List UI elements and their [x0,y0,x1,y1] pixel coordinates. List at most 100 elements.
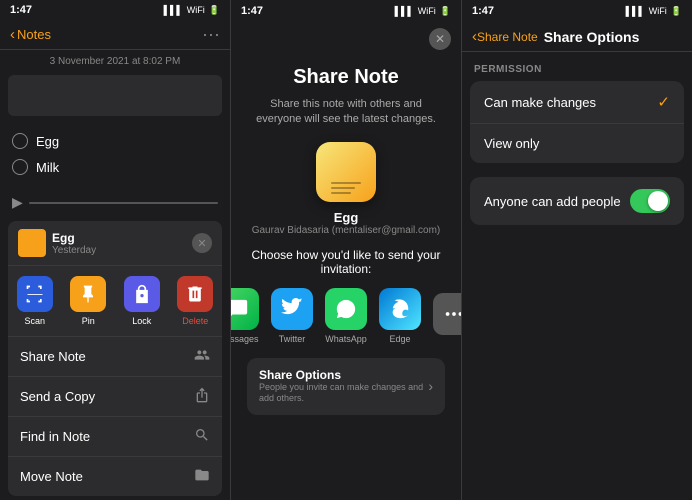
move-note-menu-item[interactable]: Move Note [8,457,222,496]
status-icons-p3: ▌▌▌ WiFi 🔋 [626,6,682,17]
scan-label: Scan [24,316,45,326]
find-in-note-label: Find in Note [20,429,90,444]
whatsapp-app-label: WhatsApp [325,334,367,344]
lock-icon [132,284,152,304]
twitter-app[interactable]: Twitter [271,288,313,344]
pin-icon-box [70,276,106,312]
play-icon[interactable]: ▶ [12,194,23,211]
list-item[interactable]: Egg [12,128,218,154]
share-options-chevron-icon: › [428,378,433,394]
context-note-subtitle: Yesterday [52,245,96,256]
audio-bar: ▶ [0,188,230,217]
status-time-p3: 1:47 [472,5,494,17]
messages-app[interactable]: Messages [231,288,259,344]
signal-icon-p2: ▌▌▌ [395,6,414,16]
note-icon-decoration [323,182,369,202]
shared-note-name: Egg [334,210,359,225]
share-options-nav: ‹ Share Note Share Options [462,22,692,52]
status-icons-p1: ▌▌▌ WiFi 🔋 [164,5,220,16]
context-note-title: Egg [52,231,96,245]
scan-button[interactable]: Scan [17,276,53,326]
share-note-menu-item[interactable]: Share Note [8,337,222,377]
more-app[interactable] [433,293,461,339]
panel-share-options: 1:47 ▌▌▌ WiFi 🔋 ‹ Share Note Share Optio… [462,0,692,500]
context-note-thumbnail [18,229,46,257]
wifi-icon-p2: WiFi [418,6,436,16]
trash-icon [185,284,205,304]
share-note-icon [194,347,210,366]
more-app-icon [433,293,461,335]
permission-section-label: PERMISSION [462,52,692,81]
share-options-row[interactable]: Share Options People you invite can make… [247,358,445,415]
view-only-option[interactable]: View only [470,124,684,163]
battery-icon-p3: 🔋 [671,6,682,17]
battery-icon: 🔋 [209,5,220,16]
nav-more-button[interactable]: ··· [202,24,220,45]
pin-button[interactable]: Pin [70,276,106,326]
share-note-label: Share Note [20,349,86,364]
notes-nav-bar: ‹ Notes ··· [0,20,230,50]
delete-label: Delete [182,316,208,326]
send-copy-menu-item[interactable]: Send a Copy [8,377,222,417]
note-checklist: Egg Milk [0,120,230,188]
context-menu: Egg Yesterday ✕ Scan [8,221,222,496]
checkbox-egg[interactable] [12,133,28,149]
delete-icon-box [177,276,213,312]
search-icon [194,427,210,446]
battery-icon-p2: 🔋 [440,6,451,17]
lock-button[interactable]: Lock [124,276,160,326]
choose-invitation-text: Choose how you'd like to send your invit… [247,248,445,276]
status-bar-p2: 1:47 ▌▌▌ WiFi 🔋 [231,0,461,22]
whatsapp-app[interactable]: WhatsApp [325,288,367,344]
scan-icon-box [17,276,53,312]
nav-back-button[interactable]: ‹ Notes [10,26,51,43]
toggle-knob [648,191,668,211]
edge-app-icon [379,288,421,330]
delete-button[interactable]: Delete [177,276,213,326]
share-content: Share Note Share this note with others a… [231,56,461,500]
status-time-p2: 1:47 [241,5,263,17]
share-subtitle: Share this note with others and everyone… [247,97,445,128]
note-line-1 [331,182,361,184]
share-title: Share Note [293,66,399,89]
anyone-can-add-label: Anyone can add people [484,194,621,209]
note-text-area[interactable] [8,75,222,116]
panel-share-note: 1:47 ▌▌▌ WiFi 🔋 ✕ Share Note Share this … [231,0,462,500]
scan-icon [25,284,45,304]
status-bar-p1: 1:47 ▌▌▌ WiFi 🔋 [0,0,230,20]
checkbox-milk[interactable] [12,159,28,175]
back-button[interactable]: ‹ Share Note [472,28,538,45]
send-copy-icon [194,387,210,406]
note-date: 3 November 2021 at 8:02 PM [0,50,230,71]
pin-icon [78,284,98,304]
send-copy-label: Send a Copy [20,389,95,404]
list-item[interactable]: Milk [12,154,218,180]
anyone-can-add-row[interactable]: Anyone can add people [470,177,684,225]
anyone-can-add-toggle[interactable] [630,189,670,213]
can-make-changes-option[interactable]: Can make changes ✓ [470,81,684,124]
shared-note-email: Gaurav Bidasaria (mentaliser@gmail.com) [252,225,441,236]
list-item-text: Egg [36,134,59,149]
messages-app-label: Messages [231,334,259,344]
status-bar-p3: 1:47 ▌▌▌ WiFi 🔋 [462,0,692,22]
wifi-icon-p3: WiFi [649,6,667,16]
wifi-icon: WiFi [187,5,205,15]
panel-notes-context: 1:47 ▌▌▌ WiFi 🔋 ‹ Notes ··· 3 November 2… [0,0,231,500]
status-time-p1: 1:47 [10,4,32,16]
share-options-title: Share Options [259,368,428,382]
sharing-apps-row: Messages Twitter WhatsApp Edge [231,288,461,344]
find-in-note-menu-item[interactable]: Find in Note [8,417,222,457]
checkmark-icon: ✓ [657,93,670,111]
move-note-label: Move Note [20,469,83,484]
view-only-label: View only [484,136,539,151]
note-app-icon [316,142,376,202]
can-make-changes-label: Can make changes [484,95,596,110]
permission-options: Can make changes ✓ View only [470,81,684,163]
context-close-button[interactable]: ✕ [192,233,212,253]
context-menu-header: Egg Yesterday ✕ [8,221,222,265]
edge-app[interactable]: Edge [379,288,421,344]
messages-app-icon [231,288,259,330]
context-note-details: Egg Yesterday [52,231,96,256]
note-line-2 [331,187,355,189]
close-button[interactable]: ✕ [429,28,451,50]
